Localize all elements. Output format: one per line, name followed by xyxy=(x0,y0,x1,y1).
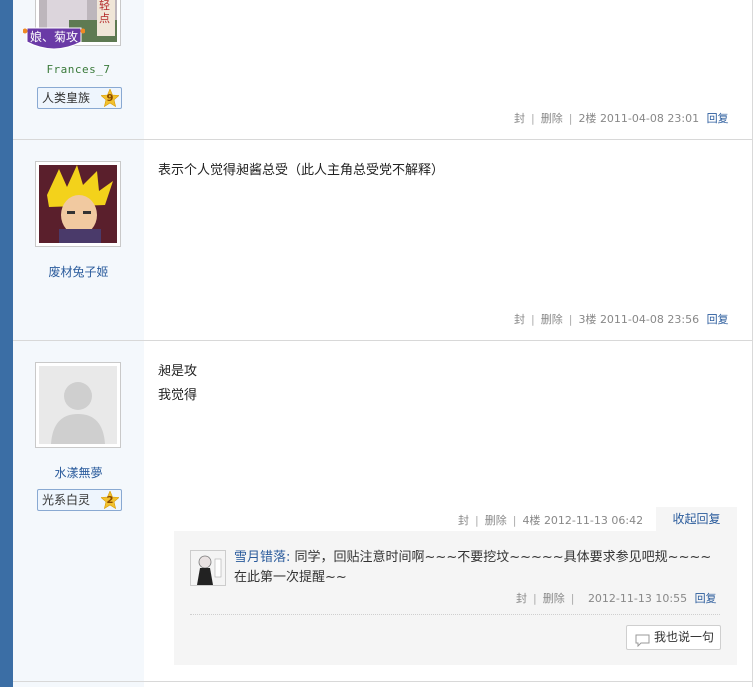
speech-bubble-icon xyxy=(635,632,650,655)
separator: | xyxy=(512,514,517,527)
post-meta: 封 | 删除 | 3楼 2011-04-08 23:56 回复 xyxy=(514,311,729,327)
collapse-replies-button[interactable]: 收起回复 xyxy=(656,507,737,531)
separator: | xyxy=(568,112,573,125)
sub-avatar-illustration xyxy=(191,551,225,585)
level-star-icon: 2 xyxy=(101,491,119,509)
post-meta: 封 | 删除 | 4楼 2012-11-13 06:42 xyxy=(458,512,643,528)
floor-number: 2楼 xyxy=(578,112,597,125)
badge-level-number: 2 xyxy=(106,495,114,506)
floor-number: 4楼 xyxy=(522,514,541,527)
post-meta: 封 | 删除 | 2楼 2011-04-08 23:01 回复 xyxy=(514,110,729,126)
avatar-illustration xyxy=(39,165,117,243)
say-something-button[interactable]: 我也说一句 xyxy=(626,625,721,650)
ban-link[interactable]: 封 xyxy=(514,313,525,326)
delete-link[interactable]: 删除 xyxy=(541,313,563,326)
separator: | xyxy=(533,592,537,605)
sub-reply-divider xyxy=(190,614,720,615)
sub-reply-avatar[interactable] xyxy=(190,550,226,586)
sub-reply-author[interactable]: 雪月错落: xyxy=(234,550,290,565)
post-divider xyxy=(13,139,753,140)
level-star-icon: 9 xyxy=(101,89,119,107)
avatar[interactable] xyxy=(35,362,121,448)
post-divider xyxy=(13,340,753,341)
post-content-line: 昶是攻 xyxy=(158,364,198,379)
avatar[interactable] xyxy=(35,161,121,247)
reply-link[interactable]: 回复 xyxy=(707,112,729,125)
default-avatar-icon xyxy=(39,366,117,444)
post-time: 2011-04-08 23:01 xyxy=(599,112,700,125)
separator: | xyxy=(531,313,535,326)
ban-link[interactable]: 封 xyxy=(458,514,469,527)
title-sticker: 娘、菊攻 xyxy=(22,26,86,53)
sub-reply-body: 雪月错落: 同学，回贴注意时间啊~~~不要挖坟~~~~~具体要求参见吧规~~~~… xyxy=(234,548,719,588)
delete-link[interactable]: 删除 xyxy=(485,514,507,527)
floor-number: 3楼 xyxy=(578,313,597,326)
post-time: 2012-11-13 06:42 xyxy=(543,514,644,527)
sub-reply-text: 同学，回贴注意时间啊~~~不要挖坟~~~~~具体要求参见吧规~~~~在此第一次提… xyxy=(234,550,712,585)
sub-reply-meta: 封 | 删除 | 2012-11-13 10:55 回复 xyxy=(516,590,717,606)
right-page-border xyxy=(752,0,753,687)
separator: | xyxy=(475,514,479,527)
level-badge[interactable]: 光系白灵 2 xyxy=(37,489,122,511)
post-divider xyxy=(13,681,753,682)
delete-link[interactable]: 删除 xyxy=(541,112,563,125)
username-link[interactable]: 水漾無夢 xyxy=(13,464,144,481)
sub-reply-time: 2012-11-13 10:55 xyxy=(587,592,688,605)
separator: | xyxy=(570,592,575,605)
badge-label: 人类皇族 xyxy=(42,91,91,105)
username-link[interactable]: Frances_7 xyxy=(13,63,144,76)
sticker-label: 娘、菊攻 xyxy=(29,30,78,44)
separator: | xyxy=(531,112,535,125)
avatar-caption: 你轻点 xyxy=(99,0,110,25)
reply-link[interactable]: 回复 xyxy=(695,592,717,605)
ban-link[interactable]: 封 xyxy=(514,112,525,125)
avatar-image xyxy=(39,165,117,243)
badge-label: 光系白灵 xyxy=(42,493,91,507)
separator: | xyxy=(568,313,573,326)
badge-level-number: 9 xyxy=(106,93,114,104)
level-badge[interactable]: 人类皇族 9 xyxy=(37,87,122,109)
post-content-line: 我觉得 xyxy=(158,388,198,403)
post-time: 2011-04-08 23:56 xyxy=(599,313,700,326)
reply-link[interactable]: 回复 xyxy=(707,313,729,326)
username-link[interactable]: 废材兔子姬 xyxy=(13,263,144,280)
left-page-border xyxy=(0,0,13,687)
say-button-label: 我也说一句 xyxy=(654,630,715,644)
post-content: 表示个人觉得昶酱总受（此人主角总受党不解释） xyxy=(158,163,445,178)
delete-link[interactable]: 删除 xyxy=(543,592,565,605)
ban-link[interactable]: 封 xyxy=(516,592,527,605)
